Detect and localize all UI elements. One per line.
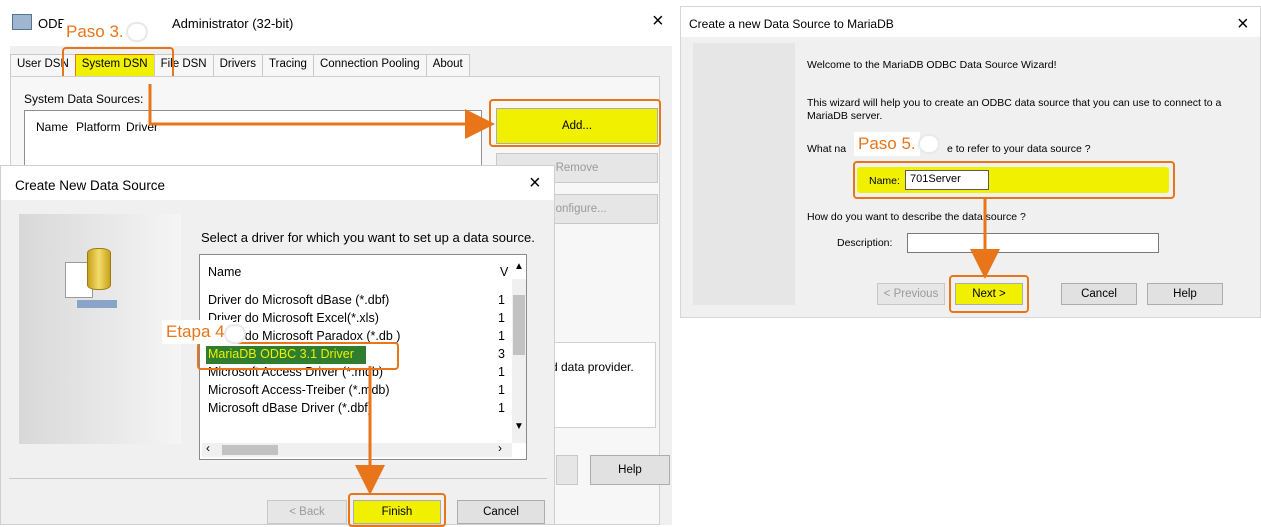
arrow-system-dsn-to-add (148, 84, 495, 139)
step-arrows (148, 84, 1000, 495)
